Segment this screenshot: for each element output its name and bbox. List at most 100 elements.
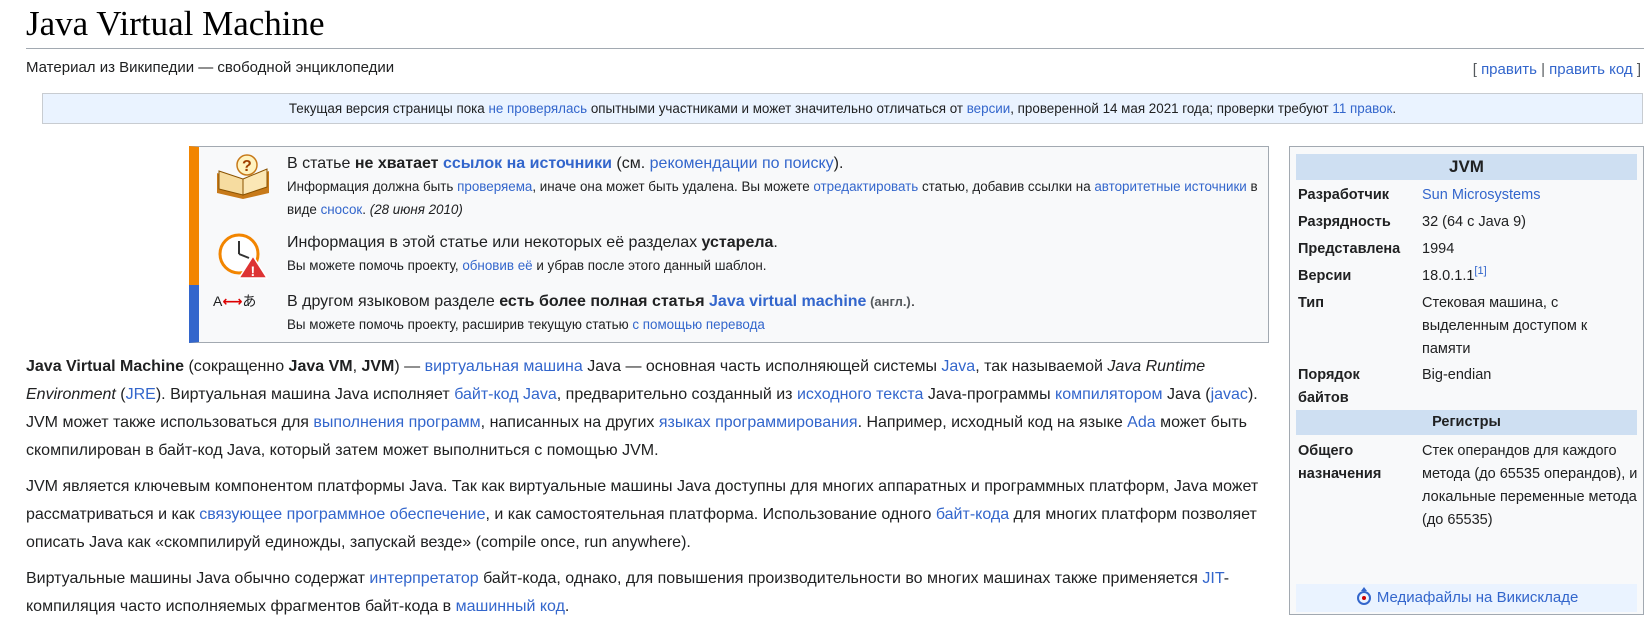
infobox-value: 32 (64 с Java 9): [1422, 214, 1526, 230]
edit-bracket-close: ]: [1632, 61, 1641, 78]
infobox-key: Разрядность: [1298, 214, 1391, 230]
infobox-value: Стековая машина, с выделенным доступом к…: [1422, 295, 1588, 357]
p1-t7: ). Виртуальная машина Java исполняет: [155, 386, 455, 403]
review-notice: Текущая версия страницы пока не проверял…: [42, 93, 1643, 124]
virtual-machine-link[interactable]: виртуальная машина: [425, 358, 583, 375]
p2-t2: , и как самостоятельная платформа. Испол…: [485, 506, 936, 523]
svg-text:!: !: [251, 263, 256, 279]
n3-s1: Вы можете помочь проекту, расширив текущ…: [287, 317, 633, 332]
infobox-key: Разработчик: [1298, 187, 1389, 203]
infobox-key: Общего назначения: [1298, 443, 1382, 482]
arrow-icon: ⟷: [222, 293, 243, 309]
reliable-sources-link[interactable]: авторитетные источники: [1094, 179, 1246, 194]
review-text-2: опытными участниками и может значительно…: [587, 101, 967, 116]
p3-t4: .: [564, 598, 570, 615]
p1-t12: , написанных на других: [480, 414, 659, 431]
developer-link[interactable]: Sun Microsystems: [1422, 184, 1638, 207]
paragraph-platform: JVM является ключевым компонентом платфо…: [26, 473, 1268, 557]
n2-text-1: Информация в этой статье или некоторых е…: [287, 234, 702, 251]
edit-separator: |: [1536, 61, 1550, 78]
translation-link[interactable]: с помощью перевода: [632, 317, 765, 332]
p1-b1: Java Virtual Machine: [26, 358, 184, 375]
bytecode-link-2[interactable]: байт-кода: [936, 506, 1009, 523]
interpreter-link[interactable]: интерпретатор: [369, 570, 478, 587]
n1-s3: статью, добавив ссылки на: [918, 179, 1095, 194]
notice-translation-body: Вы можете помочь проекту, расширив текущ…: [287, 313, 1260, 336]
edits-count-link[interactable]: 11 правок: [1332, 101, 1392, 116]
p3-t1: Виртуальные машины Java обычно содержат: [26, 570, 370, 587]
notice-translation-title: В другом языковом разделе есть более пол…: [287, 291, 1260, 313]
bytecode-link[interactable]: байт-код Java: [454, 386, 557, 403]
javac-link[interactable]: javac: [1211, 386, 1248, 403]
compiler-link[interactable]: компилятором: [1055, 386, 1163, 403]
infobox-section-registers: Регистры: [1296, 410, 1637, 435]
notice-sources: ? В статье не хватает ссылок на источник…: [189, 146, 1269, 227]
translation-icon-a: A: [213, 293, 223, 309]
p1-b2: Java VM: [288, 358, 353, 375]
n3-text-2: .: [910, 293, 916, 310]
p1-t9: Java-программы: [923, 386, 1056, 403]
commons-icon: [1356, 587, 1371, 605]
machine-code-link[interactable]: машинный код: [456, 598, 565, 615]
clock-warning-icon: !: [213, 232, 273, 280]
review-text-3: , проверенной 14 мая 2021 года; проверки…: [1010, 101, 1333, 116]
edit-article-link[interactable]: отредактировать: [813, 179, 918, 194]
search-guide-link[interactable]: рекомендации по поиску: [650, 155, 834, 172]
infobox-value: 1994: [1422, 241, 1455, 257]
notice-sources-title: В статье не хватает ссылок на источники …: [287, 153, 1260, 175]
page-title: Java Virtual Machine: [26, 0, 1644, 49]
infobox-key: Порядок байтов: [1298, 367, 1360, 406]
reference-link[interactable]: [1]: [1474, 265, 1486, 277]
p1-t1: (сокращенно: [184, 358, 289, 375]
commons-link[interactable]: Медиафайлы на Викискладе: [1377, 589, 1578, 606]
n2-s1: Вы можете помочь проекту,: [287, 258, 463, 273]
jre-link[interactable]: JRE: [126, 386, 156, 403]
edit-link[interactable]: править: [1481, 61, 1537, 78]
infobox-title: JVM: [1296, 154, 1637, 180]
notice-sources-body: Информация должна быть проверяема, иначе…: [287, 175, 1260, 221]
translation-icon-b: あ: [242, 293, 257, 309]
p1-t4: Java — основная часть исполняющей систем…: [582, 358, 942, 375]
notice-outdated-title: Информация в этой статье или некоторых е…: [287, 232, 1260, 254]
infobox-value: Big-endian: [1422, 367, 1492, 383]
n2-s2: и убрав после этого данный шаблон.: [532, 258, 767, 273]
sources-link[interactable]: ссылок на источники: [443, 155, 612, 172]
source-code-link[interactable]: исходного текста: [797, 386, 923, 403]
n3-text-1: В другом языковом разделе: [287, 293, 500, 310]
infobox-value: Стек операндов для каждого метода (до 65…: [1422, 443, 1638, 528]
n2-bold: устарела: [701, 234, 774, 251]
paragraph-interpreter: Виртуальные машины Java обычно содержат …: [26, 565, 1268, 621]
notice-translation: A⟷あ В другом языковом разделе есть более…: [189, 285, 1269, 343]
svg-text:?: ?: [242, 158, 252, 175]
n1-s5: .: [362, 202, 370, 217]
ada-link[interactable]: Ada: [1127, 414, 1155, 431]
p1-t10: Java (: [1162, 386, 1211, 403]
notice-date: (28 июня 2010): [369, 202, 463, 217]
translation-icon: A⟷あ: [213, 291, 273, 339]
program-execution-link[interactable]: выполнения программ: [313, 414, 480, 431]
middleware-link[interactable]: связующее программное обеспечение: [199, 506, 485, 523]
p1-t13: . Например, исходный код на языке: [857, 414, 1128, 431]
p3-t2: байт-кода, однако, для повышения произво…: [478, 570, 1203, 587]
verifiable-link[interactable]: проверяема: [457, 179, 532, 194]
version-number: 18.0.1.1: [1422, 268, 1475, 284]
update-link[interactable]: обновив её: [462, 258, 532, 273]
footnotes-link[interactable]: сносок: [321, 202, 363, 217]
commons-link-row[interactable]: Медиафайлы на Викискладе: [1296, 584, 1637, 612]
jit-link[interactable]: JIT: [1202, 570, 1223, 587]
version-link[interactable]: версии: [967, 101, 1011, 116]
java-link[interactable]: Java: [941, 358, 975, 375]
p1-t3: ) —: [394, 358, 425, 375]
p1-t8: , предварительно созданный из: [556, 386, 797, 403]
notice-outdated-body: Вы можете помочь проекту, обновив её и у…: [287, 254, 1260, 277]
p1-b3: JVM: [361, 358, 395, 375]
edit-bracket-open: [: [1472, 61, 1482, 78]
p1-t5: , так называемой: [975, 358, 1108, 375]
english-article-link[interactable]: Java virtual machine: [709, 293, 866, 310]
programming-languages-link[interactable]: языках программирования: [659, 414, 858, 431]
edit-code-link[interactable]: править код: [1549, 61, 1633, 78]
n1-text-1: В статье: [287, 155, 355, 172]
not-reviewed-link[interactable]: не проверялась: [488, 101, 587, 116]
n1-s2: , иначе она может быть удалена. Вы может…: [532, 179, 814, 194]
infobox: JVM Разработчик Sun Microsystems Разрядн…: [1289, 146, 1644, 615]
